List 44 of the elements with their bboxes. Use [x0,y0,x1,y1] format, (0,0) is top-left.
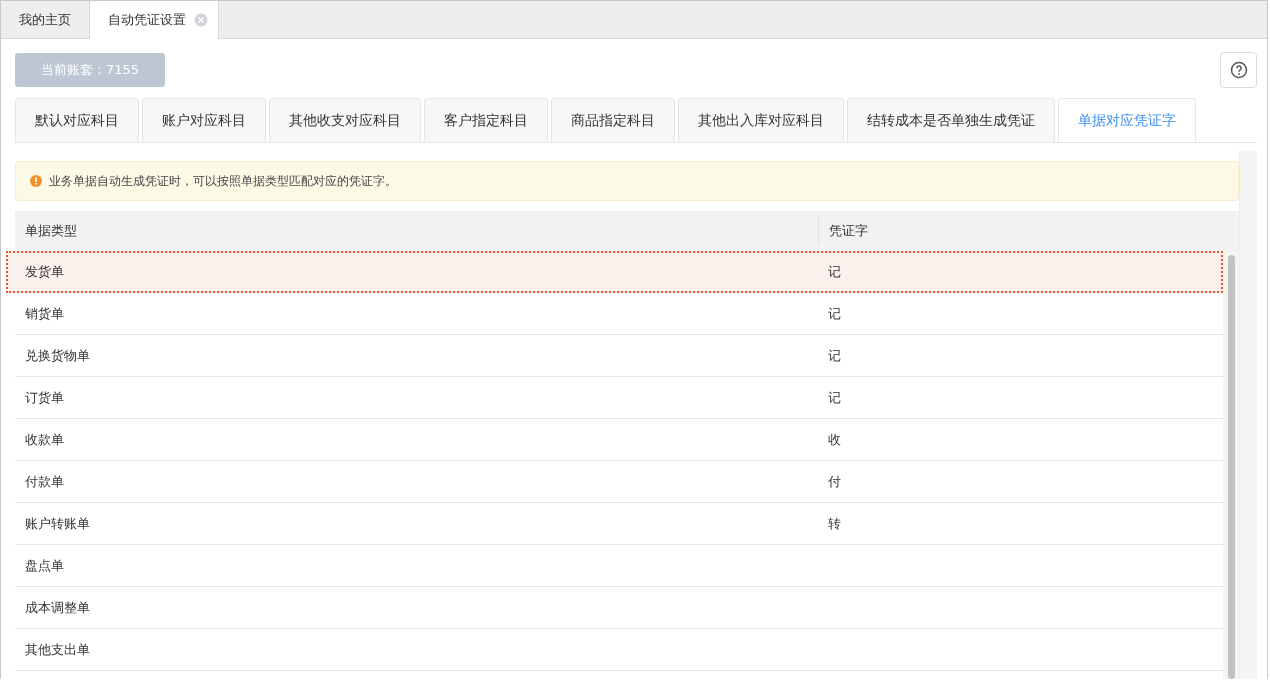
settings-tab[interactable]: 默认对应科目 [15,98,139,142]
column-header: 单据类型 [24,222,78,240]
table-row[interactable]: 发货单 记 [6,251,1223,293]
table-cell-text: 记 [827,262,841,281]
table-cell-text: 收 [827,430,841,449]
settings-tab[interactable]: 账户对应科目 [142,98,266,142]
table-cell-text: 订货单 [24,388,65,407]
table-row[interactable]: 盘点单 [15,545,1223,587]
table-row[interactable]: 账户转账单 转 [15,503,1223,545]
help-icon [1229,61,1248,79]
table-cell-text: 其他支出单 [24,640,91,659]
table-row[interactable]: 兑换货物单 记 [15,335,1223,377]
help-button[interactable] [1220,52,1257,88]
settings-tab[interactable]: 单据对应凭证字 [1058,98,1196,142]
scrollbar[interactable] [1223,251,1239,679]
table-cell-text: 记 [827,388,841,407]
table-cell-text: 成本调整单 [24,598,91,617]
table-cell-text: 付 [827,472,841,491]
settings-tab[interactable]: 结转成本是否单独生成凭证 [847,98,1055,142]
table-row[interactable]: 订货单 记 [15,377,1223,419]
table-cell-text: 记 [827,346,841,365]
table-row[interactable]: 成本调整单 [15,587,1223,629]
table-cell-text: 兑换货物单 [24,346,91,365]
settings-tab[interactable]: 其他收支对应科目 [269,98,421,142]
table-row[interactable]: 付款单 付 [15,461,1223,503]
table-cell-text: 盘点单 [24,556,65,575]
table-cell-text: 发货单 [24,262,65,281]
notice-text: 业务单据自动生成凭证时，可以按照单据类型匹配对应的凭证字。 [49,172,397,190]
settings-tab[interactable]: 其他出入库对应科目 [678,98,844,142]
table-cell-text: 账户转账单 [24,514,91,533]
column-header: 凭证字 [818,217,1223,245]
table-row[interactable]: 销货单 记 [15,293,1223,335]
page-tab[interactable]: 自动凭证设置 [90,1,219,39]
table-cell-text: 转 [827,514,841,533]
table-cell-text: 记 [827,304,841,323]
table-row[interactable]: 其他支出单 [15,629,1223,671]
table-cell-text: 收款单 [24,430,65,449]
settings-tab[interactable]: 商品指定科目 [551,98,675,142]
table-cell-text: 销货单 [24,304,65,323]
close-icon[interactable] [194,13,208,27]
table-cell-text: 付款单 [24,472,65,491]
table-row[interactable]: 收款单 收 [15,419,1223,461]
warning-icon [30,175,42,187]
settings-tab[interactable]: 客户指定科目 [424,98,548,142]
